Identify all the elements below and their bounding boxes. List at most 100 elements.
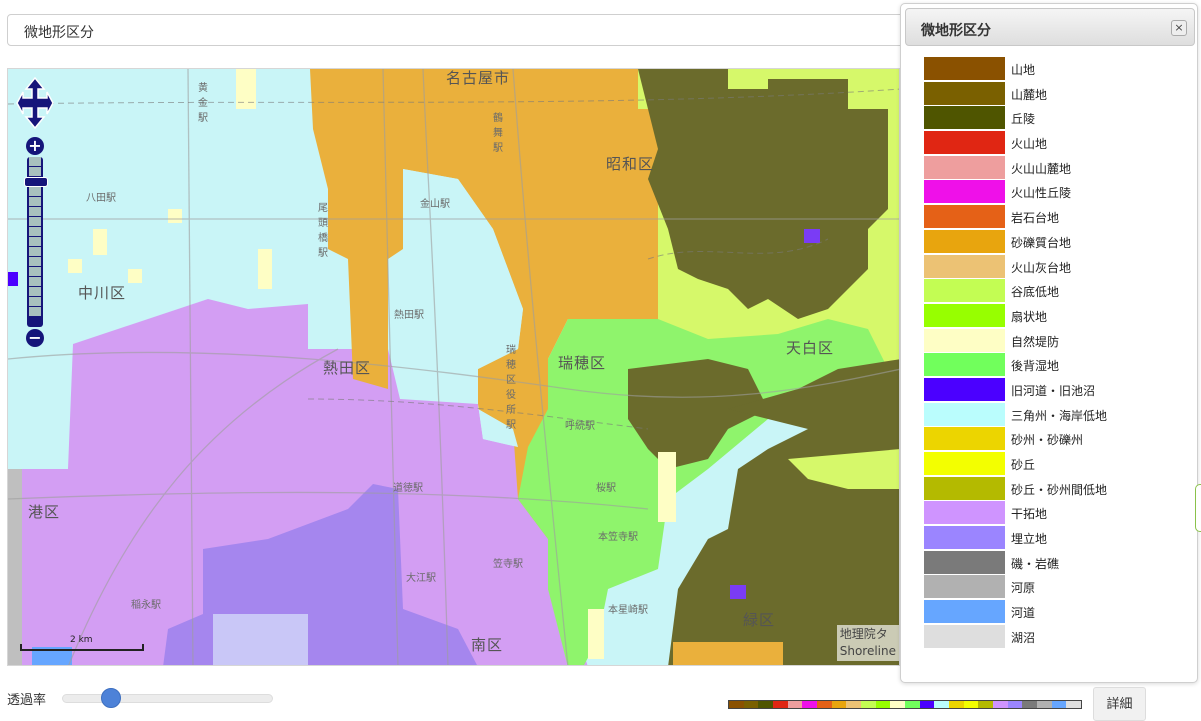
station-label: 本笠寺駅 [598, 532, 638, 543]
legend-item: 三角州・海岸低地 [921, 402, 1191, 427]
legend-item: 火山性丘陵 [921, 179, 1191, 204]
legend-swatch [924, 279, 1005, 303]
zoom-slider-thumb[interactable] [24, 177, 48, 187]
legend-label: 火山性丘陵 [1011, 186, 1072, 201]
legend-item: 湖沼 [921, 624, 1191, 649]
legend-label: 山地 [1011, 63, 1036, 77]
legend-swatch [924, 303, 1005, 327]
legend-list: 山地 山麓地 丘陵 火山地 火山山麓地 火山性丘陵 岩石台地 砂礫質台地 火山灰台地 谷底低地 扇状… [921, 56, 1191, 649]
legend-item: 砂州・砂礫州 [921, 426, 1191, 451]
color-strip-cell [861, 701, 876, 708]
station-label: 道徳駅 [393, 483, 423, 494]
color-strip-cell [875, 701, 891, 708]
color-strip-cell [846, 701, 862, 708]
place-label: 天白区 [786, 339, 835, 357]
legend-swatch [924, 180, 1005, 204]
station-label: 稲永駅 [131, 600, 161, 611]
legend-label: 火山地 [1011, 137, 1048, 152]
zoom-control[interactable]: + − [24, 137, 48, 347]
map-attribution[interactable]: 地理院タ Shoreline [836, 625, 899, 661]
legend-item: 砂礫質台地 [921, 229, 1191, 254]
legend-swatch [924, 550, 1005, 574]
legend-color-strip [728, 700, 1082, 709]
legend-header: 微地形区分 × [905, 8, 1195, 46]
legend-swatch [924, 402, 1005, 426]
legend-item: 自然堤防 [921, 328, 1191, 353]
map-view[interactable]: 名古屋市 昭和区 中川区 熱田区 瑞穂区 天白区 港区 南区 緑区 黄金駅 八田… [7, 68, 900, 666]
color-strip-cell [993, 701, 1008, 708]
legend-item: 旧河道・旧池沼 [921, 377, 1191, 402]
layer-title: 微地形区分 [24, 25, 94, 41]
legend-label: 岩石台地 [1011, 211, 1060, 226]
legend-swatch [924, 229, 1005, 253]
legend-item: 谷底低地 [921, 278, 1191, 303]
legend-label: 扇状地 [1011, 309, 1048, 324]
scale-bar: 2 km [20, 635, 144, 651]
place-label: 熱田区 [323, 359, 372, 377]
legend-swatch [924, 476, 1005, 500]
legend-panel: 微地形区分 × 山地 山麓地 丘陵 火山地 火山山麓地 火山性丘陵 岩石台地 砂礫質台地 火山灰… [900, 3, 1198, 683]
zoom-out-button[interactable]: − [26, 329, 44, 347]
legend-item: 丘陵 [921, 105, 1191, 130]
opacity-label: 透過率 [7, 693, 47, 708]
legend-swatch [924, 600, 1005, 624]
color-strip-cell [919, 701, 935, 708]
color-strip-cell [978, 701, 994, 708]
station-label: 桜駅 [596, 483, 616, 494]
legend-item: 河原 [921, 574, 1191, 599]
color-strip-cell [1066, 701, 1082, 708]
legend-label: 旧河道・旧池沼 [1011, 383, 1096, 398]
color-strip-cell [773, 701, 788, 708]
station-label: 鶴舞駅 [493, 113, 503, 154]
pan-control[interactable] [16, 77, 54, 129]
legend-label: 自然堤防 [1011, 334, 1060, 349]
legend-label: 河原 [1011, 581, 1036, 596]
opacity-slider[interactable] [62, 688, 273, 708]
legend-label: 砂丘・砂州間低地 [1011, 482, 1108, 497]
legend-label: 干拓地 [1011, 507, 1048, 522]
color-strip-cell [758, 701, 774, 708]
legend-swatch [924, 377, 1005, 401]
close-icon[interactable]: × [1171, 20, 1187, 36]
color-strip-cell [729, 701, 744, 708]
station-label: 本星崎駅 [608, 605, 648, 616]
legend-swatch [924, 81, 1005, 105]
terrain-layer [8, 69, 899, 665]
legend-item: 磯・岩礁 [921, 550, 1191, 575]
legend-label: 山麓地 [1011, 87, 1048, 102]
legend-swatch [924, 452, 1005, 475]
legend-swatch [924, 328, 1005, 352]
color-strip-cell [934, 701, 950, 708]
station-label: 大江駅 [406, 573, 436, 584]
legend-label: 砂丘 [1011, 458, 1036, 472]
legend-item: 干拓地 [921, 500, 1191, 525]
zoom-in-button[interactable]: + [26, 137, 44, 155]
color-strip-cell [890, 701, 906, 708]
color-strip-cell [831, 701, 847, 708]
place-label: 昭和区 [606, 155, 655, 173]
legend-item: 河道 [921, 599, 1191, 624]
detail-button[interactable]: 詳細 [1093, 687, 1146, 721]
station-label: 尾頭橋駅 [318, 203, 328, 259]
place-label: 名古屋市 [446, 69, 511, 87]
legend-swatch [924, 501, 1005, 525]
legend-swatch [924, 353, 1005, 377]
opacity-slider-knob[interactable] [101, 688, 121, 708]
station-label: 八田駅 [86, 193, 116, 204]
legend-label: 火山山麓地 [1011, 161, 1072, 176]
legend-label: 湖沼 [1011, 630, 1036, 645]
legend-title: 微地形区分 [921, 23, 991, 39]
legend-swatch [924, 254, 1005, 278]
color-strip-cell [949, 701, 964, 708]
legend-label: 三角州・海岸低地 [1011, 408, 1108, 423]
legend-item: 火山山麓地 [921, 155, 1191, 180]
legend-item: 砂丘・砂州間低地 [921, 476, 1191, 501]
legend-swatch [924, 575, 1005, 599]
color-strip-cell [787, 701, 803, 708]
color-strip-cell [1037, 701, 1052, 708]
place-label: 南区 [471, 636, 504, 654]
side-panel-tab[interactable] [1195, 484, 1201, 532]
legend-item: 砂丘 [921, 451, 1191, 476]
color-strip-cell [1051, 701, 1067, 708]
legend-item: 山地 [921, 56, 1191, 81]
